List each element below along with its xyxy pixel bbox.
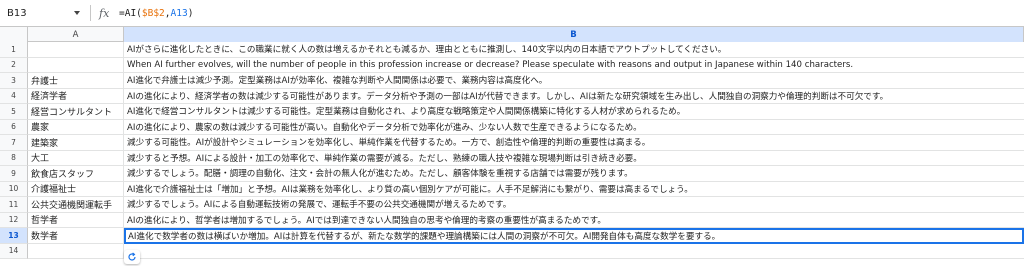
formula-bar-divider <box>90 5 91 21</box>
cell-a[interactable]: 大工 <box>28 150 124 166</box>
table-row: 9 飲食店スタッフ 減少するでしょう。配膳・調理の自動化、注文・会計の無人化が進… <box>0 166 1024 182</box>
table-row: 10 介護福祉士 AI進化で介護福祉士は「増加」と予想。AIは業務を効率化し、よ… <box>0 181 1024 197</box>
cell-b[interactable] <box>124 244 1024 259</box>
row-header-selected[interactable]: 13 <box>0 228 28 244</box>
table-row: 8 大工 減少すると予想。AIによる設計・加工の効率化で、単純作業の需要が減る。… <box>0 150 1024 166</box>
fx-icon: fx <box>99 6 110 20</box>
cell-b[interactable]: AI進化で介護福祉士は「増加」と予想。AIは業務を効率化し、より質の高い個別ケア… <box>124 182 1024 197</box>
cell-b[interactable]: AIの進化により、哲学者は増加するでしょう。AIでは到達できない人間独自の思考や… <box>124 213 1024 228</box>
cell-b[interactable]: 減少すると予想。AIによる設計・加工の効率化で、単純作業の需要が減る。ただし、熟… <box>124 151 1024 166</box>
row-header[interactable]: 11 <box>0 197 28 213</box>
row-header[interactable]: 14 <box>0 243 28 259</box>
cell-b[interactable]: AI進化で経営コンサルタントは減少する可能性。定型業務は自動化され、より高度な戦… <box>124 104 1024 120</box>
table-row: 2 When AI further evolves, will the numb… <box>0 57 1024 73</box>
cell-a[interactable]: 農家 <box>28 119 124 135</box>
column-header-row: A B <box>0 27 1024 42</box>
row-header[interactable]: 6 <box>0 119 28 135</box>
column-header-a[interactable]: A <box>28 27 124 42</box>
cell-a[interactable]: 経済学者 <box>28 88 124 104</box>
row-header[interactable]: 4 <box>0 88 28 104</box>
table-row: 7 建築家 減少する可能性。AIが設計やシミュレーションを効率化し、単純作業を代… <box>0 135 1024 151</box>
cell-a[interactable]: 弁護士 <box>28 73 124 89</box>
name-box-value: B13 <box>7 7 27 19</box>
table-row: 11 公共交通機関運転手 減少するでしょう。AIによる自動運転技術の発展で、運転… <box>0 197 1024 213</box>
refresh-icon[interactable] <box>124 250 140 264</box>
active-cell-b13[interactable]: AI進化で数学者の数は横ばいか増加。AIは計算を代替するが、新たな数学的課題や理… <box>124 228 1024 244</box>
cell-b[interactable]: AIの進化により、経済学者の数は減少する可能性があります。データ分析や予測の一部… <box>124 89 1024 104</box>
cell-a[interactable] <box>28 42 124 58</box>
cell-b[interactable]: 減少するでしょう。配膳・調理の自動化、注文・会計の無人化が進むため。ただし、顧客… <box>124 166 1024 182</box>
table-row: 5 経営コンサルタント AI進化で経営コンサルタントは減少する可能性。定型業務は… <box>0 104 1024 120</box>
cell-b[interactable]: 減少する可能性。AIが設計やシミュレーションを効率化し、単純作業を代替するため。… <box>124 135 1024 151</box>
row-header[interactable]: 8 <box>0 150 28 166</box>
cell-a[interactable]: 数学者 <box>28 228 124 244</box>
cell-b[interactable]: AIの進化により、農家の数は減少する可能性が高い。自動化やデータ分析で効率化が進… <box>124 120 1024 135</box>
cell-a[interactable]: 哲学者 <box>28 212 124 228</box>
cell-a[interactable]: 飲食店スタッフ <box>28 166 124 182</box>
row-header[interactable]: 9 <box>0 166 28 182</box>
table-row: 12 哲学者 AIの進化により、哲学者は増加するでしょう。AIでは到達できない人… <box>0 212 1024 228</box>
row-header[interactable]: 3 <box>0 73 28 89</box>
row-header[interactable]: 7 <box>0 135 28 151</box>
table-row: 3 弁護士 AI進化で弁護士は減少予測。定型業務はAIが効率化、複雑な判断や人間… <box>0 73 1024 89</box>
select-all-corner[interactable] <box>0 27 28 42</box>
row-header[interactable]: 2 <box>0 57 28 73</box>
cell-b[interactable]: AI進化で弁護士は減少予測。定型業務はAIが効率化、複雑な判断や人間関係は必要で… <box>124 73 1024 89</box>
row-header[interactable]: 10 <box>0 181 28 197</box>
table-row: 13 数学者 AI進化で数学者の数は横ばいか増加。AIは計算を代替するが、新たな… <box>0 228 1024 244</box>
row-header[interactable]: 5 <box>0 104 28 120</box>
cell-a[interactable]: 公共交通機関運転手 <box>28 197 124 213</box>
spreadsheet-grid: A B 1 AIがさらに進化したときに、この職業に就く人の数は増えるかそれとも減… <box>0 26 1024 266</box>
name-box-dropdown-icon[interactable] <box>74 11 80 15</box>
table-row: 1 AIがさらに進化したときに、この職業に就く人の数は増えるかそれとも減るか、理… <box>0 42 1024 58</box>
table-row: 14 <box>0 243 1024 259</box>
cell-b[interactable]: AIがさらに進化したときに、この職業に就く人の数は増えるかそれとも減るか、理由と… <box>124 42 1024 58</box>
formula-ref-cell: A13 <box>170 7 188 19</box>
cell-a[interactable] <box>28 243 124 259</box>
table-row: 6 農家 AIの進化により、農家の数は減少する可能性が高い。自動化やデータ分析で… <box>0 119 1024 135</box>
row-header[interactable]: 1 <box>0 42 28 58</box>
cell-a[interactable]: 経営コンサルタント <box>28 104 124 120</box>
formula-suffix: ) <box>187 7 194 19</box>
table-row: 4 経済学者 AIの進化により、経済学者の数は減少する可能性があります。データ分… <box>0 88 1024 104</box>
formula-input[interactable]: =AI($B$2,A13) <box>119 8 193 19</box>
column-header-b[interactable]: B <box>124 27 1024 42</box>
formula-bar: B13 fx =AI($B$2,A13) <box>0 0 1024 26</box>
cell-a[interactable]: 介護福祉士 <box>28 181 124 197</box>
formula-ref-prompt: $B$2 <box>141 7 165 19</box>
name-box[interactable]: B13 <box>4 3 70 23</box>
row-header[interactable]: 12 <box>0 212 28 228</box>
cell-a[interactable]: 建築家 <box>28 135 124 151</box>
cell-b[interactable]: 減少するでしょう。AIによる自動運転技術の発展で、運転手不要の公共交通機関が増え… <box>124 197 1024 213</box>
cell-b[interactable]: When AI further evolves, will the number… <box>124 58 1024 73</box>
formula-prefix: =AI( <box>119 7 142 19</box>
cell-a[interactable] <box>28 57 124 73</box>
